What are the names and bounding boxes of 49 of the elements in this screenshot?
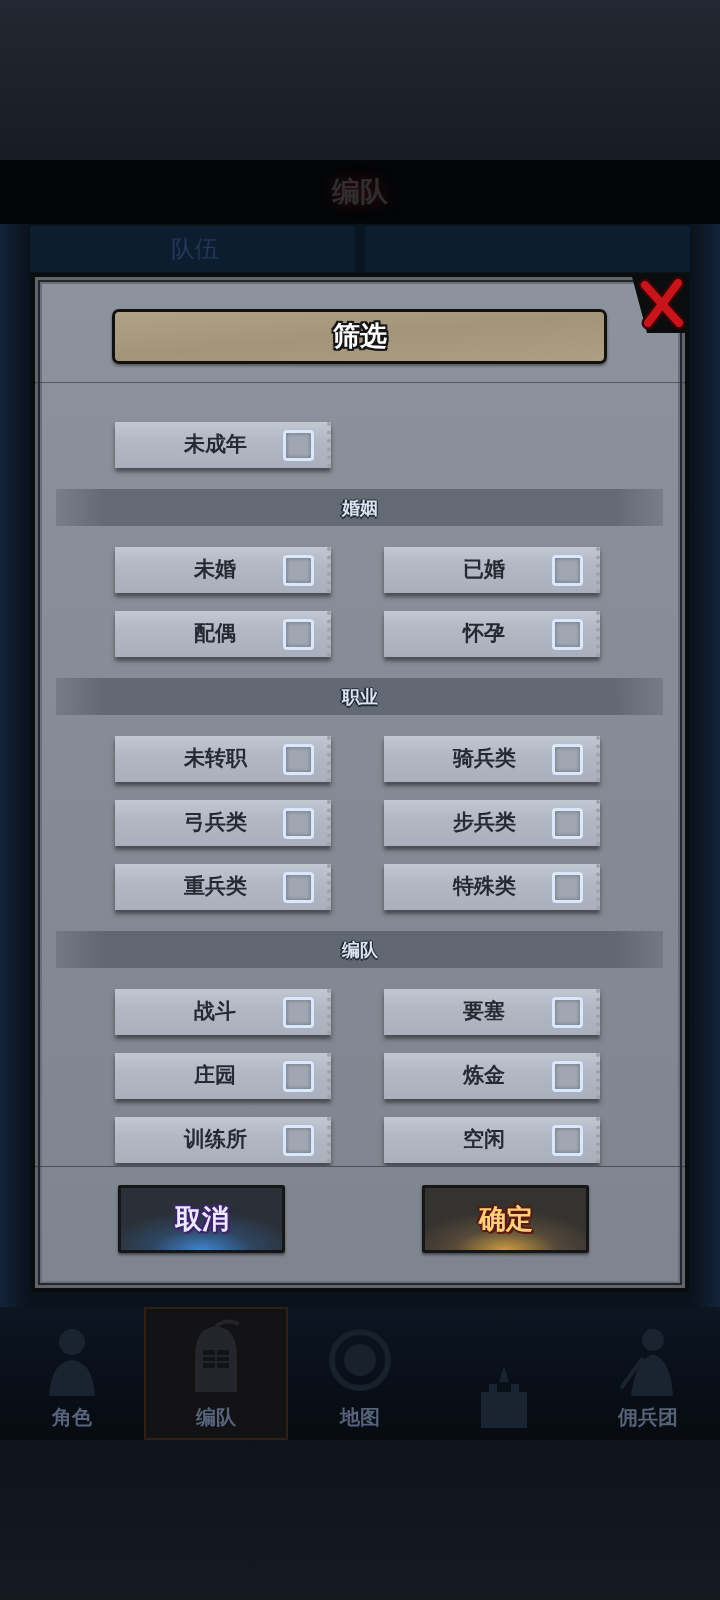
option-label: 未婚 <box>193 556 237 584</box>
checkbox[interactable] <box>552 618 583 650</box>
close-icon[interactable] <box>631 273 689 333</box>
option-label: 骑兵类 <box>451 745 517 773</box>
nav-label: 地图 <box>340 1404 380 1431</box>
option-label: 战斗 <box>193 998 237 1026</box>
checkbox[interactable] <box>552 1124 583 1156</box>
option-label: 庄园 <box>193 1062 237 1090</box>
nav-tab[interactable]: 角色 <box>0 1307 144 1440</box>
option-label: 特殊类 <box>451 873 517 901</box>
option-label: 怀孕 <box>461 620 506 648</box>
option-label: 空闲 <box>462 1126 506 1154</box>
confirm-button[interactable]: 确定 <box>422 1185 589 1253</box>
option-label: 弓兵类 <box>182 809 248 837</box>
nav-tab[interactable]: 地图 <box>288 1307 432 1440</box>
nav-tab[interactable]: 编队 <box>144 1307 288 1440</box>
checkbox[interactable] <box>283 996 314 1028</box>
checkbox[interactable] <box>552 1060 583 1092</box>
checkbox[interactable] <box>552 871 583 903</box>
dialog-title: 筛选 <box>332 319 387 354</box>
checkbox[interactable] <box>283 1124 314 1156</box>
checkbox[interactable] <box>552 554 583 586</box>
option-label: 配偶 <box>193 620 237 648</box>
checkbox[interactable] <box>283 618 314 650</box>
option-label: 要塞 <box>462 998 506 1026</box>
section-title: 职业 <box>341 685 378 709</box>
option-label: 训练所 <box>182 1126 248 1154</box>
option-label: 炼金 <box>461 1062 506 1090</box>
checkbox[interactable] <box>283 429 314 461</box>
section-title: 婚姻 <box>341 496 378 520</box>
section-title: 编队 <box>341 938 378 962</box>
nav-label: 佣兵团 <box>618 1404 678 1431</box>
nav-label: 编队 <box>196 1404 236 1431</box>
checkbox[interactable] <box>552 743 583 775</box>
cancel-button[interactable]: 取消 <box>118 1185 285 1253</box>
option-label: 重兵类 <box>182 873 248 901</box>
option-label: 未转职 <box>182 745 249 773</box>
option-label: 步兵类 <box>451 809 517 837</box>
option-label: 已婚 <box>462 556 506 584</box>
checkbox[interactable] <box>552 807 583 839</box>
checkbox[interactable] <box>283 554 314 586</box>
checkbox[interactable] <box>552 996 583 1028</box>
checkbox[interactable] <box>283 871 314 903</box>
option-label: 未成年 <box>182 431 248 459</box>
checkbox[interactable] <box>283 807 314 839</box>
nav-label: 角色 <box>52 1404 92 1431</box>
checkbox[interactable] <box>283 743 314 775</box>
checkbox[interactable] <box>283 1060 314 1092</box>
nav-tab[interactable]: 佣兵团 <box>576 1307 720 1440</box>
